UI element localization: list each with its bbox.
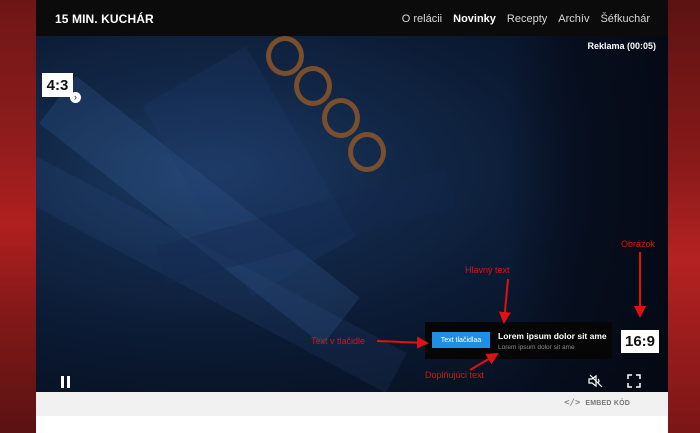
ad-sub-text: Lorem ipsum dolor sit ame xyxy=(498,344,575,351)
chevron-right-icon[interactable]: › xyxy=(70,92,81,103)
page-background-right xyxy=(668,0,700,433)
top-navigation-bar: 15 MIN. KUCHÁR O relácii Novinky Recepty… xyxy=(36,0,668,36)
page-background-left xyxy=(0,0,36,433)
video-frame-detail xyxy=(322,98,360,138)
fullscreen-icon[interactable] xyxy=(627,374,641,388)
main-nav: O relácii Novinky Recepty Archív Šéfkuch… xyxy=(402,13,650,25)
nav-item-o-relacii[interactable]: O relácii xyxy=(402,13,442,25)
aspect-ratio-16-9-image[interactable]: 16:9 xyxy=(621,330,659,353)
annotation-text-v-tlacidle: Text v tlačidle xyxy=(311,336,366,346)
ad-cta-button[interactable]: Text tlačidlaa xyxy=(432,332,490,348)
ad-banner[interactable]: Text tlačidlaa Lorem ipsum dolor sit ame… xyxy=(425,322,612,359)
nav-item-archiv[interactable]: Archív xyxy=(558,13,589,25)
annotation-obrazok: Obrázok xyxy=(621,239,656,249)
player-footer: </> EMBED KÓD xyxy=(36,392,668,416)
embed-code-button[interactable]: </> EMBED KÓD xyxy=(564,398,630,408)
nav-item-sefkuchar[interactable]: Šéfkuchár xyxy=(600,13,650,25)
embed-code-label: EMBED KÓD xyxy=(585,399,630,407)
annotation-doplnujuci-text: Doplňujúci text xyxy=(425,370,485,380)
video-frame-detail xyxy=(294,66,332,106)
pause-icon[interactable] xyxy=(61,376,73,388)
nav-item-recepty[interactable]: Recepty xyxy=(507,13,547,25)
aspect-ratio-4-3-badge[interactable]: 4:3 xyxy=(42,73,73,97)
speaker-muted-icon[interactable] xyxy=(588,374,604,388)
video-frame-detail xyxy=(348,132,386,172)
page-frame: 15 MIN. KUCHÁR O relácii Novinky Recepty… xyxy=(36,0,668,433)
show-title[interactable]: 15 MIN. KUCHÁR xyxy=(55,12,154,26)
ad-countdown-label: Reklama (00:05) xyxy=(587,41,656,51)
nav-item-novinky[interactable]: Novinky xyxy=(453,13,496,25)
video-frame-detail xyxy=(266,36,304,76)
annotation-hlavny-text: Hlavný text xyxy=(465,265,510,275)
code-icon: </> xyxy=(564,398,581,408)
ad-main-text: Lorem ipsum dolor sit ame xyxy=(498,331,607,341)
